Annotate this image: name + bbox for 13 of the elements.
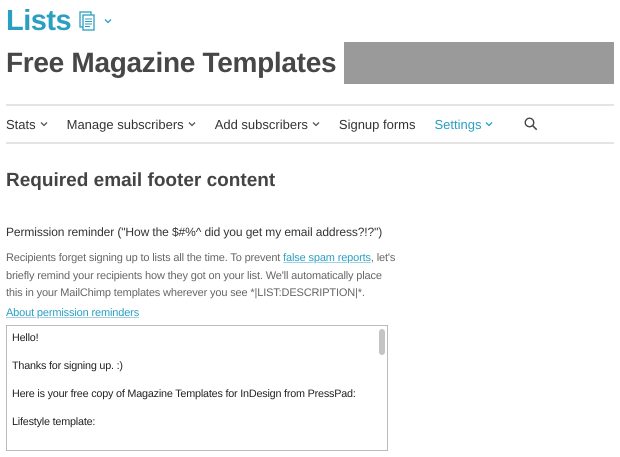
search-icon[interactable] <box>524 117 538 131</box>
list-title: Free Magazine Templates <box>6 47 336 79</box>
section-title: Lists <box>6 4 72 38</box>
document-icon[interactable] <box>79 11 96 31</box>
nav-tab[interactable]: Manage subscribers <box>66 116 196 132</box>
nav-tab[interactable]: Signup forms <box>338 116 416 132</box>
field-label: Permission reminder ("How the $#%^ did you get my email address?!?") <box>6 225 384 239</box>
description-text: Recipients forget signing up to lists all the time. To prevent false spam reports, let's briefly remind your recipients how they got on your list. We'll automatically place this in your MailChimp templates wherever you see *|LIST:DESCRIPTION|*. <box>6 251 396 301</box>
chevron-down-icon <box>104 18 112 24</box>
section-heading: Required email footer content <box>6 170 276 192</box>
nav-tab[interactable]: Stats <box>6 116 48 132</box>
scrollbar-thumb[interactable] <box>379 329 385 355</box>
nav-tab[interactable]: Add subscribers <box>214 116 320 132</box>
